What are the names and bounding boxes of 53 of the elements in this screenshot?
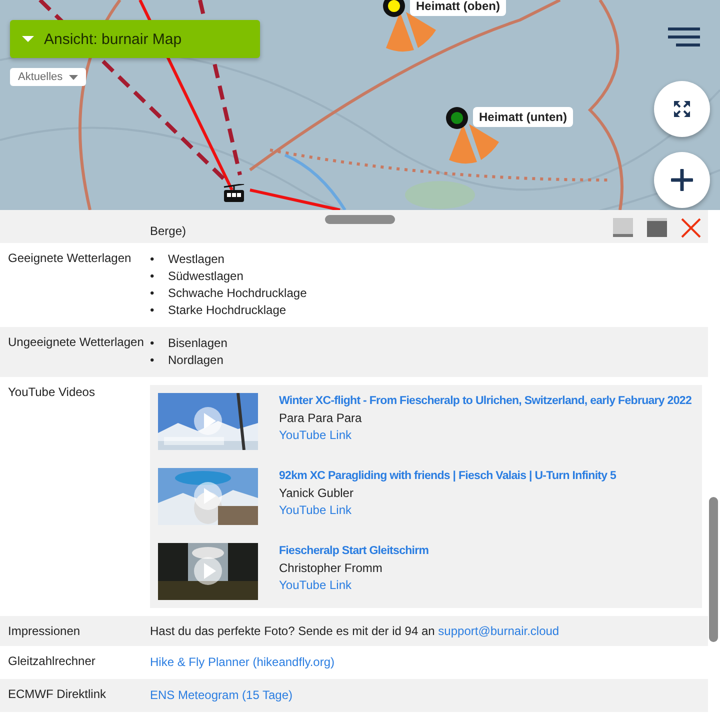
video-title-link[interactable]: 92km XC Paragliding with friends | Fiesch Valais | U-Turn Infinity 5: [279, 468, 616, 485]
drag-handle[interactable]: [325, 215, 395, 224]
video-title-link[interactable]: Winter XC-flight - From Fiescheralp to Ulrichen, Switzerland, early February 2022: [279, 393, 692, 410]
light-panel-icon[interactable]: [613, 218, 633, 237]
play-icon[interactable]: [194, 557, 222, 585]
bullet: •: [150, 336, 154, 350]
bullet: •: [150, 286, 154, 300]
bullet: •: [150, 269, 154, 283]
youtube-link[interactable]: YouTube Link: [279, 503, 352, 517]
list-item: Südwestlagen: [168, 268, 244, 285]
channel-name: Yanick Gubler: [279, 485, 354, 502]
wind-sector-icon: [449, 124, 499, 166]
list-item: Schwache Hochdrucklage: [168, 285, 307, 302]
fullscreen-icon: [674, 101, 690, 117]
list-item: Starke Hochdrucklage: [168, 302, 286, 319]
marker-label: Heimatt (unten): [473, 107, 573, 127]
row-label: ECMWF Direktlink: [7, 687, 107, 703]
bullet: •: [150, 252, 154, 266]
list-item: Nordlagen: [168, 352, 224, 369]
note-text: Berge): [150, 224, 186, 238]
marker-label: Heimatt (oben): [410, 0, 506, 16]
channel-name: Christopher Fromm: [279, 560, 384, 577]
list-item: Westlagen: [168, 251, 224, 268]
takeoff-marker[interactable]: [382, 0, 406, 18]
plus-icon: [671, 169, 693, 191]
list-item: Bisenlagen: [168, 335, 228, 352]
youtube-link[interactable]: YouTube Link: [279, 578, 352, 592]
external-link[interactable]: ENS Meteogram (15 Tage): [150, 688, 293, 702]
photo-request-text: Hast du das perfekte Foto? Sende es mit der id 94 an support@burnair.cloud: [150, 624, 560, 638]
cable-car-icon: [222, 184, 246, 202]
row-label: Ungeeignete Wetterlagen: [7, 335, 145, 351]
row-label: Geeignete Wetterlagen: [7, 251, 132, 267]
row-label: YouTube Videos: [7, 385, 96, 401]
close-icon[interactable]: [681, 218, 701, 238]
caret-icon: [22, 36, 34, 42]
play-icon[interactable]: [194, 482, 222, 510]
row-label: Impressionen: [7, 624, 82, 638]
dark-panel-icon[interactable]: [647, 218, 667, 237]
view-button[interactable]: Ansicht: burnair Map: [10, 20, 260, 58]
external-link[interactable]: Hike & Fly Planner (hikeandfly.org): [150, 655, 335, 669]
news-dropdown[interactable]: Aktuelles: [10, 68, 86, 86]
row-label: Gleitzahlrechner: [7, 654, 96, 670]
scrollbar-thumb[interactable]: [709, 497, 718, 642]
bullet: •: [150, 303, 154, 317]
video-title-link[interactable]: Fiescheralp Start Gleitschirm: [279, 543, 429, 560]
caret-icon: [68, 74, 78, 80]
email-link[interactable]: support@burnair.cloud: [438, 624, 560, 638]
takeoff-marker[interactable]: [445, 106, 469, 130]
menu-icon[interactable]: [668, 27, 700, 47]
wind-sector-icon: [386, 12, 436, 54]
channel-name: Para Para Para: [279, 410, 363, 427]
bullet: •: [150, 353, 154, 367]
youtube-link[interactable]: YouTube Link: [279, 428, 352, 442]
